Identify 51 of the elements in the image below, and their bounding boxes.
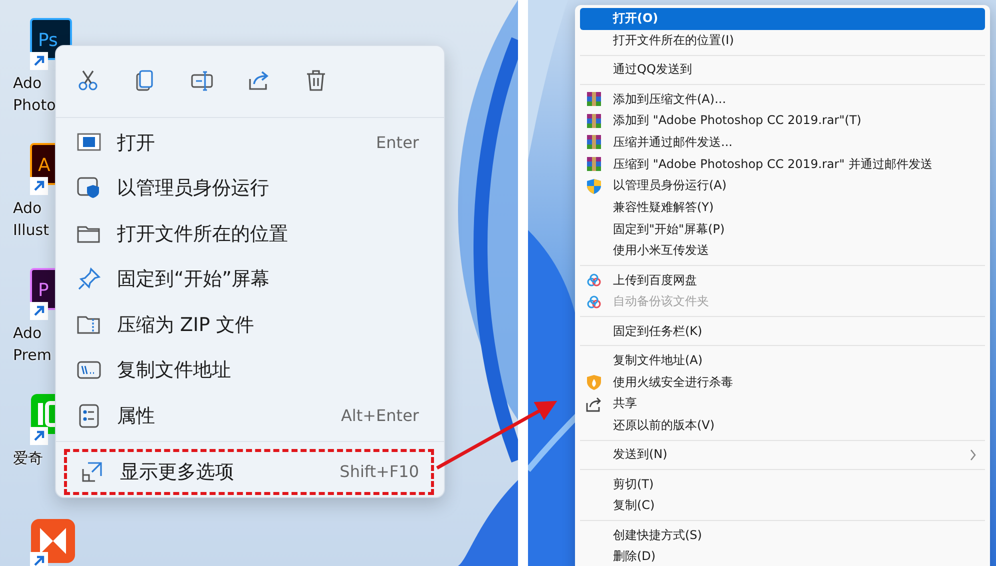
pin-icon <box>77 267 101 292</box>
icon-label: Ado <box>13 198 42 219</box>
menu-item[interactable]: 属性 Alt+Enter <box>56 393 444 438</box>
menu-item[interactable]: 兼容性疑难解答(Y) <box>580 196 985 218</box>
app-icon[interactable] <box>30 518 76 564</box>
menu-item[interactable]: 打开 Enter <box>56 120 444 166</box>
shortcut-arrow-icon <box>30 552 48 566</box>
menu-item[interactable]: 添加到 "Adobe Photoshop CC 2019.rar"(T) <box>580 110 985 132</box>
flame-shield-icon <box>586 374 602 390</box>
share-icon <box>586 396 602 412</box>
icon-label: Prem <box>13 345 52 366</box>
shield-window-icon <box>77 176 101 200</box>
books-icon <box>586 91 602 108</box>
properties-icon <box>77 404 101 428</box>
menu-item[interactable]: 复制文件地址 <box>56 348 444 393</box>
menu-item[interactable]: 添加到压缩文件(A)... <box>580 88 985 110</box>
icon-label: Ado <box>13 323 42 344</box>
menu-item[interactable]: 压缩为 ZIP 文件 <box>56 302 444 348</box>
chevron-icon <box>969 448 977 461</box>
menu-item[interactable]: 固定到任务栏(K) <box>580 320 985 342</box>
menu-item[interactable]: 上传到百度网盘 <box>580 269 985 292</box>
books-icon <box>586 134 602 150</box>
menu-item[interactable]: 固定到“开始”屏幕 <box>56 256 444 302</box>
books-icon <box>586 112 602 129</box>
menu-item[interactable]: 复制文件地址(A) <box>580 350 985 372</box>
menu-item[interactable]: 删除(D) <box>580 546 985 566</box>
shield-icon <box>586 178 602 194</box>
books-icon <box>586 156 602 172</box>
icon-label: Illust <box>13 220 49 241</box>
menu-item[interactable]: 打开文件所在的位置 <box>56 211 444 256</box>
menu-item[interactable]: 使用小米互传发送 <box>580 240 985 262</box>
menu-item[interactable]: 共享 <box>580 392 985 415</box>
menu-item[interactable]: 压缩并通过邮件发送... <box>580 132 985 154</box>
menu-item[interactable]: 还原以前的版本(V) <box>580 414 985 436</box>
expand-icon <box>80 460 104 484</box>
menu-item[interactable]: 以管理员身份运行 <box>56 166 444 211</box>
menu-item[interactable]: 打开文件所在的位置(I) <box>580 30 985 52</box>
menu-item[interactable]: 显示更多选项 Shift+F10 <box>64 448 434 494</box>
icon-label: Ado <box>13 73 42 94</box>
menu-item[interactable]: 发送到(N) <box>580 444 985 466</box>
menu-item[interactable]: 打开(O) <box>580 8 985 30</box>
menu-item[interactable]: 通过QQ发送到 <box>580 58 985 81</box>
menu-item[interactable]: 压缩到 "Adobe Photoshop CC 2019.rar" 并通过邮件发送 <box>580 153 985 175</box>
menu-item[interactable]: 创建快捷方式(S) <box>580 524 985 546</box>
menu-item[interactable]: 使用火绒安全进行杀毒 <box>580 371 985 393</box>
menu-item[interactable]: 复制(C) <box>580 494 985 517</box>
menu-item[interactable]: 剪切(T) <box>580 473 985 495</box>
menu-item[interactable]: 以管理员身份运行(A) <box>580 175 985 197</box>
icon-label: 爱奇 <box>13 448 43 469</box>
icon-label: Photo <box>13 95 56 116</box>
menu-item[interactable]: 固定到"开始"屏幕(P) <box>580 218 985 240</box>
